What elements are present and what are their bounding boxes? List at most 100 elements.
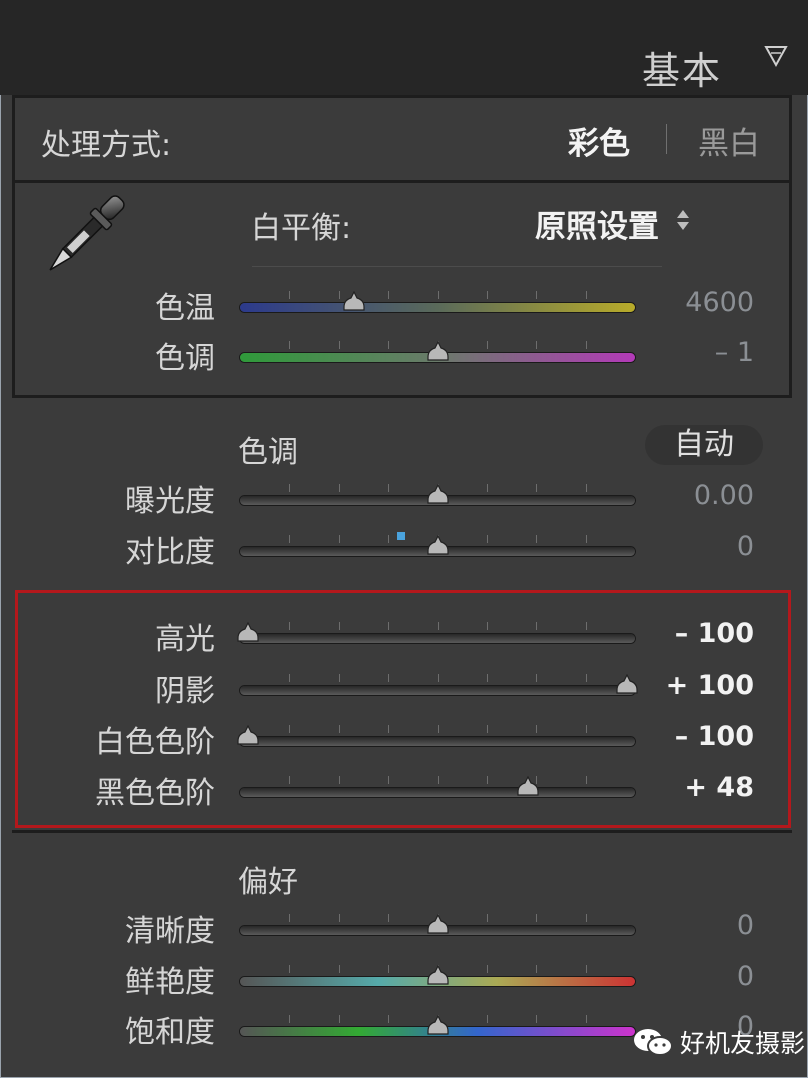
- collapse-triangle-icon[interactable]: [764, 44, 788, 68]
- tick-mark: [585, 622, 587, 630]
- clarity-slider-thumb[interactable]: [426, 914, 450, 934]
- tick-mark: [486, 622, 488, 630]
- tone-heading: 色调: [238, 435, 298, 470]
- tick-mark: [338, 291, 340, 299]
- blacks-value[interactable]: + 48: [684, 772, 754, 803]
- panel-title: 基本: [641, 49, 722, 93]
- tick-mark: [437, 725, 439, 733]
- tick-mark: [536, 535, 538, 543]
- tick-mark: [585, 1015, 587, 1023]
- vibrance-value[interactable]: 0: [737, 961, 754, 992]
- tick-mark: [585, 341, 587, 349]
- treatment-color-option[interactable]: 彩色: [568, 118, 630, 163]
- white-balance-label: 白平衡:: [251, 211, 352, 246]
- tick-mark: [388, 484, 390, 492]
- tick-mark: [338, 725, 340, 733]
- whites-label: 白色色阶: [95, 725, 215, 760]
- contrast-value[interactable]: 0: [737, 531, 754, 562]
- whites-ticks: [240, 725, 635, 733]
- tick-mark: [585, 776, 587, 784]
- tick-mark: [289, 914, 291, 922]
- tick-mark: [486, 776, 488, 784]
- tick-mark: [585, 535, 587, 543]
- clarity-value[interactable]: 0: [737, 910, 754, 941]
- tick-mark: [338, 484, 340, 492]
- auto-tone-button[interactable]: 自动: [645, 425, 763, 465]
- shadows-value[interactable]: + 100: [666, 670, 754, 701]
- tick-mark: [585, 484, 587, 492]
- whites-slider-thumb[interactable]: [236, 725, 260, 745]
- highlights-value[interactable]: – 100: [675, 618, 754, 649]
- temp-value[interactable]: 4600: [685, 287, 754, 318]
- presence-top-divider: [12, 830, 792, 833]
- treatment-bw-option[interactable]: 黑白: [698, 118, 760, 163]
- tick-mark: [338, 674, 340, 682]
- tint-value[interactable]: – 1: [715, 337, 754, 368]
- tick-mark: [388, 725, 390, 733]
- tick-mark: [536, 914, 538, 922]
- tick-mark: [536, 725, 538, 733]
- temp-slider-track[interactable]: [240, 303, 635, 312]
- eyedropper-icon[interactable]: [38, 192, 130, 280]
- tick-mark: [437, 674, 439, 682]
- watermark-text: 好机友摄影: [680, 1029, 806, 1058]
- tick-mark: [388, 535, 390, 543]
- highlights-label: 高光: [155, 622, 215, 657]
- tone-top-divider: [12, 395, 792, 398]
- tick-mark: [338, 914, 340, 922]
- treatment-section: 处理方式: 彩色 黑白: [12, 95, 792, 183]
- whites-slider-track[interactable]: [240, 737, 635, 746]
- tick-mark: [536, 484, 538, 492]
- tick-mark: [388, 291, 390, 299]
- tick-mark: [388, 914, 390, 922]
- exposure-slider-thumb[interactable]: [426, 484, 450, 504]
- shadows-slider-track[interactable]: [240, 686, 635, 695]
- tick-mark: [289, 291, 291, 299]
- tick-mark: [289, 535, 291, 543]
- tick-mark: [486, 341, 488, 349]
- panel-header[interactable]: 基本: [0, 0, 808, 95]
- tick-mark: [437, 622, 439, 630]
- tick-mark: [437, 291, 439, 299]
- blacks-label: 黑色色阶: [95, 776, 215, 811]
- exposure-value[interactable]: 0.00: [694, 480, 754, 511]
- tick-mark: [486, 484, 488, 492]
- treatment-label: 处理方式:: [41, 128, 172, 163]
- blacks-slider-track[interactable]: [240, 788, 635, 797]
- tick-mark: [536, 341, 538, 349]
- tick-mark: [388, 1015, 390, 1023]
- blacks-slider-thumb[interactable]: [516, 776, 540, 796]
- tick-mark: [289, 674, 291, 682]
- contrast-slider-thumb[interactable]: [426, 535, 450, 555]
- highlights-slider-thumb[interactable]: [236, 622, 260, 642]
- tick-mark: [536, 1015, 538, 1023]
- tick-mark: [486, 535, 488, 543]
- tick-mark: [486, 674, 488, 682]
- tick-mark: [486, 914, 488, 922]
- vibrance-slider-thumb[interactable]: [426, 965, 450, 985]
- highlights-slider-track[interactable]: [240, 634, 635, 643]
- tick-mark: [289, 965, 291, 973]
- tick-mark: [338, 776, 340, 784]
- tick-mark: [585, 291, 587, 299]
- temp-slider-thumb[interactable]: [342, 291, 366, 311]
- wechat-logo-icon: [634, 1029, 673, 1056]
- tick-mark: [437, 776, 439, 784]
- tick-mark: [289, 622, 291, 630]
- tick-mark: [585, 725, 587, 733]
- wb-divider: [252, 266, 662, 267]
- tint-slider-thumb[interactable]: [426, 341, 450, 361]
- saturation-slider-thumb[interactable]: [426, 1015, 450, 1035]
- shadows-label: 阴影: [155, 674, 215, 709]
- whites-value[interactable]: – 100: [675, 721, 754, 752]
- tick-mark: [338, 622, 340, 630]
- preset-updown-icon[interactable]: [676, 208, 690, 232]
- exposure-label: 曝光度: [125, 484, 215, 519]
- shadows-slider-thumb[interactable]: [615, 674, 639, 694]
- tick-mark: [338, 341, 340, 349]
- tick-mark: [289, 776, 291, 784]
- presence-heading: 偏好: [238, 865, 298, 900]
- highlights-ticks: [240, 622, 635, 630]
- tick-mark: [585, 965, 587, 973]
- white-balance-preset[interactable]: 原照设置: [535, 201, 659, 246]
